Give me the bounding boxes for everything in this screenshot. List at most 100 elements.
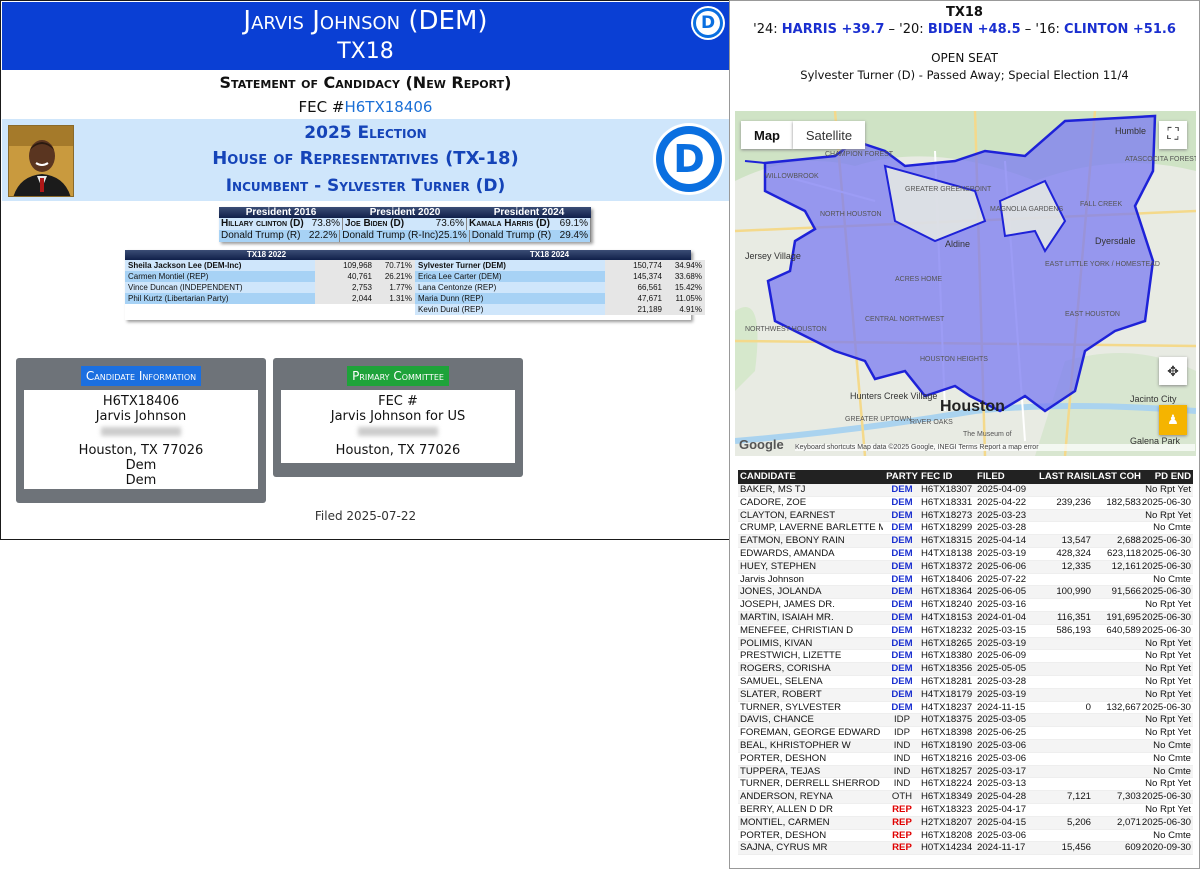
filed-date: Filed 2025-07-22 — [314, 509, 417, 523]
candidate-row[interactable]: CLAYTON, EARNEST DEM H6TX18273 2025-03-23 No… — [738, 509, 1193, 523]
candidate-cell — [1039, 484, 1091, 496]
candidate-row[interactable]: SAJNA, CYRUS MR REP H0TX14234 2024-11-17 15,… — [738, 842, 1193, 856]
candidate-cell: H4TX18138 — [921, 547, 973, 559]
candidate-name-cell: TURNER, SYLVESTER — [740, 701, 842, 713]
candidate-info-box: H6TX18406 Jarvis Johnson Houston, TX 770… — [24, 390, 258, 489]
candidate-row[interactable]: TUPPERA, TEJAS IND H6TX18257 2025-03-17 No C… — [738, 765, 1193, 779]
history-votes: 145,374 — [605, 271, 665, 282]
history-row: Sheila Jackson Lee (DEM-Inc) 109,968 70.71… — [125, 260, 705, 271]
democrat-logo-icon: D — [691, 6, 725, 40]
pres-percent: 69.1% — [559, 218, 588, 229]
primary-committee-button[interactable]: Primary Committee — [347, 366, 449, 386]
history-percent: 11.05% — [665, 293, 705, 304]
candidate-row[interactable]: POLIMIS, KIVAN DEM H6TX18265 2025-03-19 No R… — [738, 637, 1193, 651]
candidates-header: FEC ID — [921, 471, 953, 482]
candidate-row[interactable]: FOREMAN, GEORGE EDWARD IV IDP H6TX18398 202… — [738, 727, 1193, 740]
candidate-cell: H6TX18372 — [921, 560, 973, 572]
candidate-row[interactable]: BEAL, KHRISTOPHER W IND H6TX18190 2025-03-0… — [738, 739, 1193, 753]
candidate-name-cell: SAMUEL, SELENA — [740, 675, 823, 687]
candidate-cell: DEM — [891, 535, 913, 547]
candidate-row[interactable]: CRUMP, LAVERNE BARLETTE MS DEM H6TX18299 20… — [738, 522, 1193, 536]
district-map[interactable]: Map Satellite ⛶ ✥ ♟ Houston Google Keybo… — [735, 111, 1196, 456]
candidate-cell: 2025-06-30 — [1141, 560, 1191, 572]
fec-id-link[interactable]: H6TX18406 — [344, 98, 432, 116]
candidate-row[interactable]: BAKER, MS TJ DEM H6TX18307 2025-04-09 No Rpt… — [738, 484, 1193, 497]
history-votes: 40,761 — [315, 271, 375, 282]
candidate-cell: No Rpt Yet — [1145, 637, 1191, 649]
candidate-cell: 586,193 — [1056, 624, 1091, 636]
map-place-label: RIVER OAKS — [910, 419, 953, 426]
candidate-cell — [1039, 650, 1091, 662]
candidate-row[interactable]: EATMON, EBONY RAIN DEM H6TX18315 2025-04-14… — [738, 535, 1193, 548]
history-votes: 2,044 — [315, 293, 375, 304]
candidate-cell — [1091, 574, 1141, 586]
candidate-cell — [1039, 753, 1091, 765]
candidate-row[interactable]: TURNER, DERRELL SHERROD IND H6TX18224 2025-… — [738, 778, 1193, 792]
candidate-name-cell: JONES, JOLANDA — [740, 586, 822, 598]
candidate-row[interactable]: MENEFEE, CHRISTIAN D DEM H6TX18232 2025-03-… — [738, 625, 1193, 638]
candidate-row[interactable]: PORTER, DESHON IND H6TX18216 2025-03-06 No C… — [738, 753, 1193, 766]
candidate-cell — [1039, 830, 1091, 842]
candidate-name-cell: TUPPERA, TEJAS — [740, 765, 821, 777]
election-band: 2025 Election House of Representatives (… — [2, 119, 729, 201]
candidate-cell: DEM — [891, 509, 913, 521]
candidate-row[interactable]: Jarvis Johnson DEM H6TX18406 2025-07-22 No C… — [738, 574, 1193, 587]
candidates-header: FILED — [977, 471, 1005, 482]
history-votes: 66,561 — [605, 282, 665, 293]
candidate-row[interactable]: BERRY, ALLEN D DR REP H6TX18323 2025-04-17 N… — [738, 804, 1193, 817]
candidate-row[interactable]: ROGERS, CORISHA DEM H6TX18356 2025-05-05 No … — [738, 663, 1193, 676]
candidate-cell: No Rpt Yet — [1145, 778, 1191, 790]
candidate-row[interactable]: PRESTWICH, LIZETTE DEM H6TX18380 2025-06-09… — [738, 650, 1193, 664]
candidate-row[interactable]: ANDERSON, REYNA OTH H6TX18349 2025-04-28 7,1… — [738, 791, 1193, 804]
candidate-info-card: Candidate Information H6TX18406 Jarvis J… — [16, 358, 266, 503]
candidate-row[interactable]: MONTIEL, CARMEN REP H2TX18207 2025-04-15 5,2… — [738, 816, 1193, 830]
street-view-pegman-icon[interactable]: ♟ — [1159, 405, 1187, 435]
candidate-row[interactable]: JONES, JOLANDA DEM H6TX18364 2025-06-05 100,… — [738, 586, 1193, 600]
candidate-name-cell: MARTIN, ISAIAH MR. — [740, 611, 834, 623]
history-percent: 1.31% — [375, 293, 415, 304]
map-camera-control-icon[interactable]: ✥ — [1159, 357, 1187, 385]
candidate-cell: DEM — [891, 560, 913, 572]
candidate-row[interactable]: SLATER, ROBERT DEM H4TX18179 2025-03-19 No R… — [738, 688, 1193, 702]
map-place-label: NORTHWEST HOUSTON — [745, 326, 827, 333]
candidate-cell: 116,351 — [1057, 611, 1091, 623]
candidate-cell: DEM — [891, 701, 913, 713]
candidate-cell: H6TX18257 — [921, 765, 973, 777]
candidate-row[interactable]: CADORE, ZOE DEM H6TX18331 2025-04-22 239,236… — [738, 497, 1193, 510]
candidate-cell: H6TX18307 — [921, 484, 973, 495]
history-votes: 109,968 — [315, 260, 375, 271]
fullscreen-icon[interactable]: ⛶ — [1159, 121, 1187, 149]
candidate-cell: H6TX18315 — [921, 535, 973, 547]
candidate-cell — [1039, 766, 1091, 778]
candidate-row[interactable]: DAVIS, CHANCE IDP H0TX18375 2025-03-05 No Rp… — [738, 714, 1193, 728]
satellite-tab[interactable]: Satellite — [793, 121, 865, 149]
candidate-cell: 2025-03-17 — [977, 765, 1027, 777]
candidate-name-cell: CLAYTON, EARNEST — [740, 509, 836, 521]
candidate-cell: 2025-05-05 — [977, 663, 1027, 675]
candidate-cell: H6TX18398 — [921, 727, 973, 739]
candidate-name-cell: POLIMIS, KIVAN — [740, 637, 813, 649]
history-cell: Maria Dunn (REP) 47,671 11.05% — [415, 293, 705, 304]
candidate-name-cell: ROGERS, CORISHA — [740, 663, 831, 675]
election-year-title: 2025 Election — [304, 123, 427, 143]
map-place-label: Galena Park — [1130, 436, 1181, 446]
candidate-row[interactable]: MARTIN, ISAIAH MR. DEM H4TX18153 2024-01-04… — [738, 611, 1193, 625]
history-cell: Vince Duncan (INDEPENDENT) 2,753 1.77% — [125, 282, 415, 293]
candidate-info-button[interactable]: Candidate Information — [80, 366, 202, 386]
presidential-results-table: President 2016 President 2020 President 20… — [219, 207, 591, 242]
candidate-cell — [1091, 663, 1141, 675]
candidate-cell: H6TX18349 — [921, 791, 973, 803]
candidate-cell: 2025-03-06 — [977, 829, 1027, 841]
map-tab[interactable]: Map — [741, 121, 793, 149]
candidate-row[interactable]: JOSEPH, JAMES DR. DEM H6TX18240 2025-03-16 N… — [738, 599, 1193, 612]
redacted-address — [101, 427, 181, 436]
candidate-row[interactable]: PORTER, DESHON REP H6TX18208 2025-03-06 No C… — [738, 830, 1193, 843]
candidate-row[interactable]: HUEY, STEPHEN DEM H6TX18372 2025-06-06 12,33… — [738, 560, 1193, 574]
candidate-row[interactable]: EDWARDS, AMANDA DEM H4TX18138 2025-03-19 428… — [738, 548, 1193, 561]
candidate-row[interactable]: TURNER, SYLVESTER DEM H4TX18237 2024-11-15 0… — [738, 702, 1193, 715]
map-place-label: Dyersdale — [1095, 236, 1136, 246]
candidate-cell: H6TX18299 — [921, 522, 973, 534]
candidate-cell: IND — [893, 739, 911, 751]
map-place-label: ATASCOCITA FOREST — [1125, 156, 1196, 163]
candidate-row[interactable]: SAMUEL, SELENA DEM H6TX18281 2025-03-28 No R… — [738, 676, 1193, 689]
